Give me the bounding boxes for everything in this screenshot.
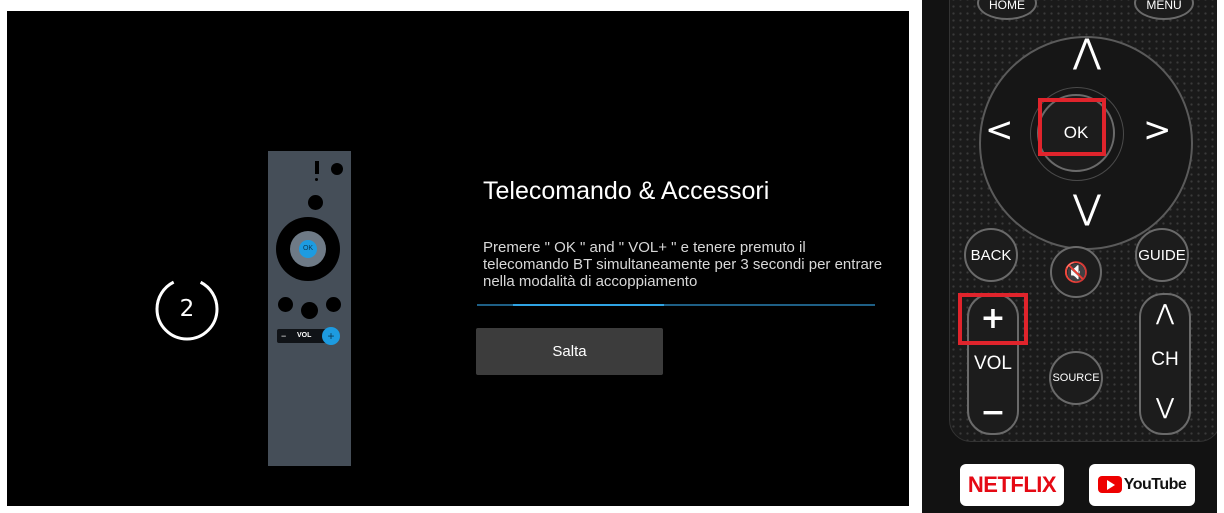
youtube-label: YouTube	[1123, 475, 1187, 493]
volume-label: VOL	[973, 353, 1013, 374]
down-arrow-button[interactable]: ⋁	[1073, 191, 1101, 225]
mini-vol-plus-button: +	[322, 327, 340, 345]
mini-vol-minus: −	[281, 331, 287, 341]
remote-photo: HOME MENU OK ⋀ < > ⋁ BACK GUIDE 🔇 SOURCE…	[922, 0, 1217, 513]
channel-rocker: ⋀ CH ⋁	[1139, 293, 1191, 435]
youtube-play-icon	[1097, 476, 1122, 494]
tv-setup-screen: 2 OK − VOL + Telecomando & Accessori Pre…	[7, 11, 909, 506]
pairing-progress-bar	[477, 304, 875, 306]
right-arrow-button[interactable]: >	[1143, 113, 1172, 147]
countdown-timer: 2	[152, 274, 222, 344]
back-button[interactable]: BACK	[964, 228, 1018, 282]
mini-power-button	[331, 163, 343, 175]
up-arrow-button[interactable]: ⋀	[1073, 35, 1101, 69]
pairing-instructions: Premere " OK " and " VOL+ " e tenere pre…	[483, 239, 883, 290]
volume-down-button[interactable]: −	[969, 395, 1017, 430]
netflix-button[interactable]: NETFLIX	[960, 464, 1064, 506]
left-arrow-button[interactable]: <	[985, 113, 1014, 147]
mini-ok-button: OK	[299, 240, 317, 258]
channel-up-button[interactable]: ⋀	[1141, 301, 1189, 326]
channel-label: CH	[1151, 349, 1179, 370]
mini-home-button	[301, 302, 318, 319]
mute-button[interactable]: 🔇	[1050, 246, 1102, 298]
mini-vol-label: VOL	[297, 332, 312, 339]
vol-plus-highlight-box	[958, 293, 1028, 345]
guide-button[interactable]: GUIDE	[1135, 228, 1189, 282]
source-button[interactable]: SOURCE	[1049, 351, 1103, 405]
mini-back-button	[278, 297, 293, 312]
progress-fill	[512, 304, 665, 306]
mini-top-button	[308, 195, 323, 210]
youtube-button[interactable]: YouTube	[1089, 464, 1195, 506]
home-button-label: HOME	[989, 0, 1025, 12]
ok-highlight-box	[1038, 98, 1106, 156]
channel-down-button[interactable]: ⋁	[1141, 395, 1189, 420]
skip-button[interactable]: Salta	[476, 328, 663, 375]
mini-menu-button	[326, 297, 341, 312]
mute-icon: 🔇	[1063, 260, 1089, 284]
countdown-value: 2	[179, 296, 195, 322]
page-title: Telecomando & Accessori	[483, 177, 770, 205]
menu-button-label: MENU	[1146, 0, 1182, 12]
led-indicator	[315, 161, 319, 174]
mic-hole	[315, 178, 318, 181]
remote-illustration: OK − VOL +	[268, 151, 351, 466]
